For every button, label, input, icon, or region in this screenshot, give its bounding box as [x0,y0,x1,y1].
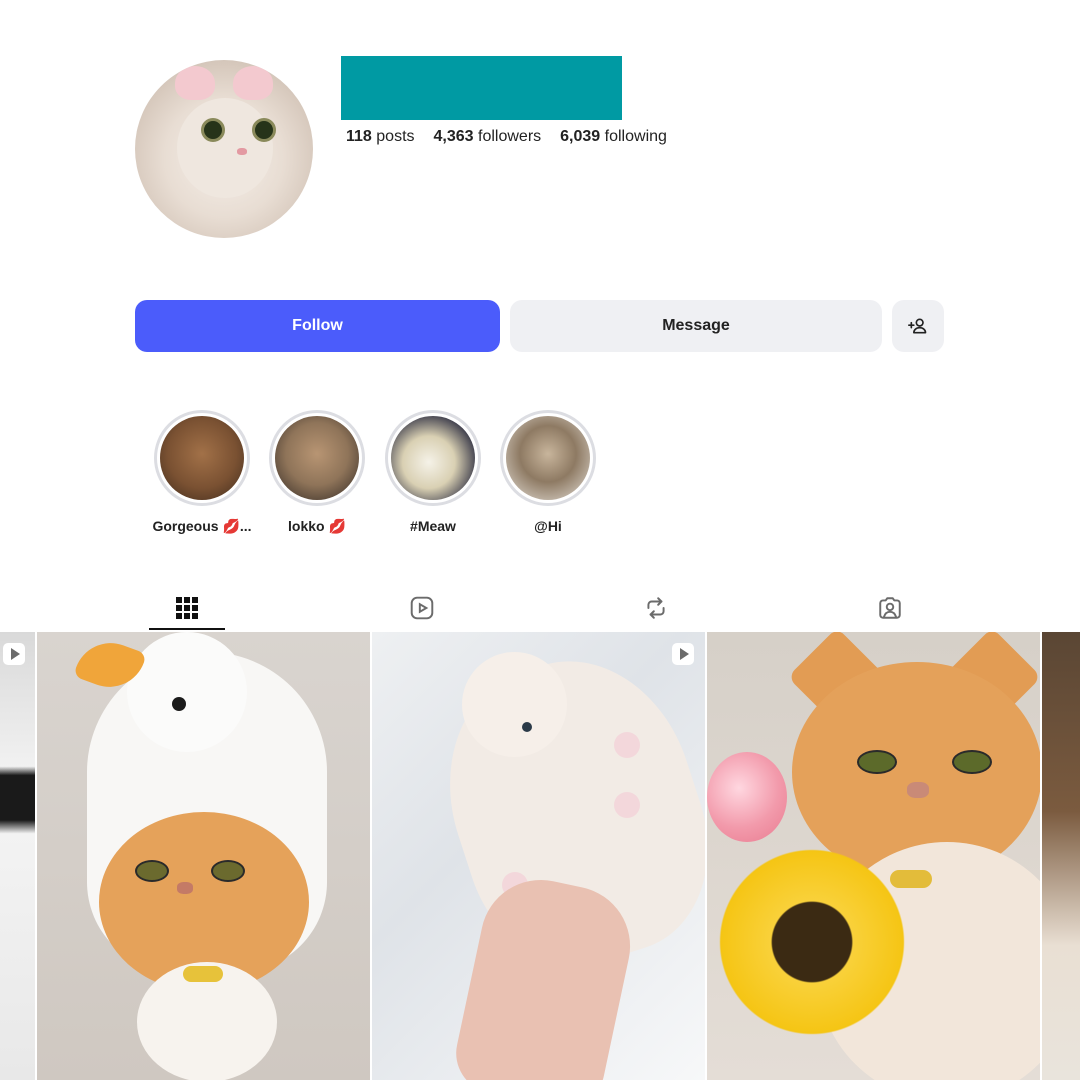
tagged-icon [879,597,901,619]
post-thumbnail[interactable] [1042,632,1080,1080]
suggest-users-button[interactable] [892,300,944,352]
tab-reels[interactable] [384,585,460,631]
profile-tabs [0,585,1080,631]
tab-tagged[interactable] [852,585,928,631]
cat-eye-right [211,860,245,882]
followers-count: 4,363 [433,128,474,145]
highlight-cover [275,416,359,500]
highlight-ring [500,410,596,506]
profile-avatar[interactable] [135,60,313,238]
avatar-ear-left [175,66,215,100]
followers-stat[interactable]: 4,363 followers [434,128,542,146]
highlight-label: lokko 💋 [288,518,346,534]
highlight-item[interactable]: lokko 💋 [267,410,367,535]
highlight-cover [391,416,475,500]
avatar-cat-face [177,98,273,198]
followers-label: followers [478,128,542,145]
post-thumbnail[interactable] [0,632,35,1080]
posts-count: 118 [346,128,372,145]
cat-nose [907,782,929,798]
posts-grid [0,632,1080,1080]
cat-eye-left [135,860,169,882]
tab-reposts[interactable] [618,585,694,631]
kitten-paw [614,732,640,758]
highlight-cover [506,416,590,500]
avatar-eye-left [201,118,225,142]
add-user-icon [908,318,927,334]
duck-head [127,632,247,752]
post-thumbnail[interactable] [37,632,370,1080]
avatar-eye-right [252,118,276,142]
highlight-item[interactable]: Gorgeous 💋... [152,410,252,535]
follow-button[interactable]: Follow [135,300,500,352]
highlight-label: @Hi [534,518,562,534]
following-label: following [604,128,667,145]
reel-badge [672,643,694,665]
cat-eye-left [857,750,897,774]
duck-eye [172,697,186,711]
highlight-label: #Meaw [410,518,456,534]
pink-flower [707,752,787,842]
highlight-ring [385,410,481,506]
avatar-nose [237,148,247,155]
kitten-paw [614,792,640,818]
cat-nose [177,882,193,894]
post-thumbnail[interactable] [707,632,1040,1080]
message-button[interactable]: Message [510,300,882,352]
highlight-item[interactable]: @Hi [498,410,598,534]
kitten-head [462,652,567,757]
highlight-item[interactable]: #Meaw [383,410,483,534]
reels-icon [410,596,434,620]
profile-stats: 118 posts 4,363 followers 6,039 followin… [346,128,667,146]
highlight-ring [154,410,250,506]
sunflower [707,832,917,1052]
repost-icon [647,597,665,619]
following-count: 6,039 [560,128,601,145]
username-redacted [341,56,622,120]
highlight-label: Gorgeous 💋... [152,518,252,534]
post-thumbnail[interactable] [372,632,705,1080]
kitten-eye [522,722,532,732]
active-tab-indicator [149,628,225,630]
highlight-ring [269,410,365,506]
grid-icon [176,597,198,619]
following-stat[interactable]: 6,039 following [560,128,667,146]
collar-bell [183,966,223,982]
avatar-ear-right [233,66,273,100]
reel-badge [3,643,25,665]
posts-stat[interactable]: 118 posts [346,128,415,146]
cat-eye-right [952,750,992,774]
tab-posts[interactable] [149,585,225,631]
posts-label: posts [376,128,415,145]
highlight-cover [160,416,244,500]
